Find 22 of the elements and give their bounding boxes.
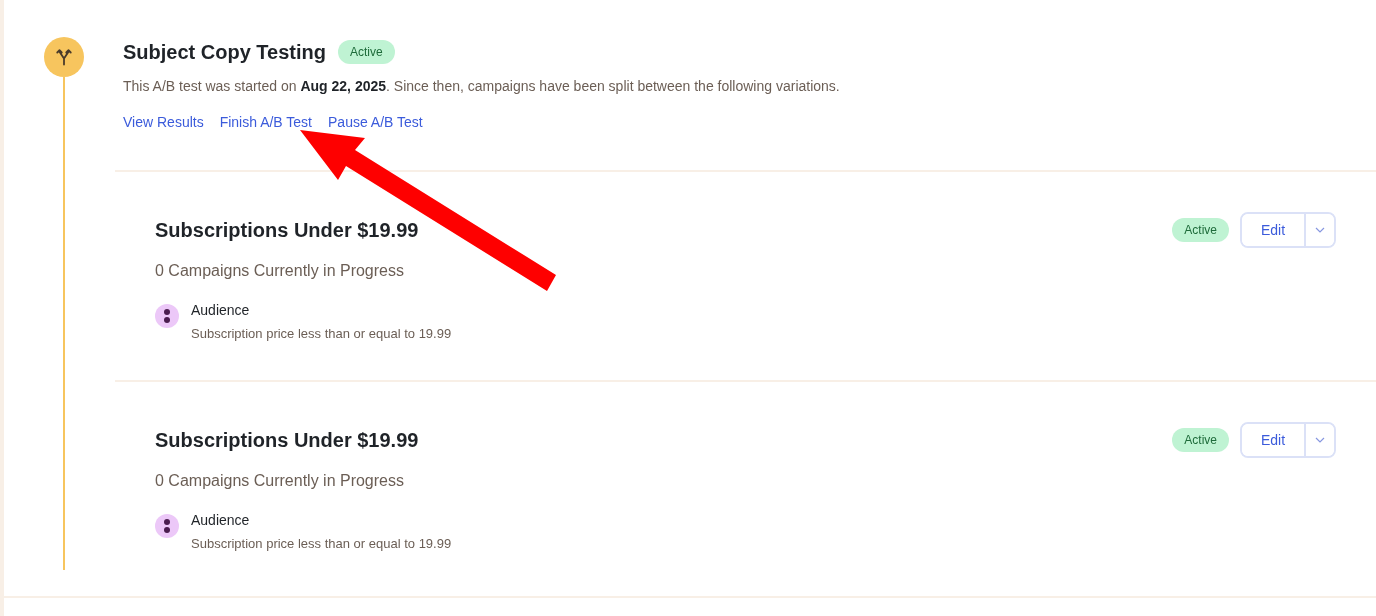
criteria-text: Subscription price less than or equal to 19.99 xyxy=(191,326,452,341)
chevron-down-icon xyxy=(1315,437,1325,443)
criteria-label: Audience xyxy=(191,302,251,318)
variation-title: Subscriptions Under $19.99 xyxy=(155,218,419,242)
edit-button[interactable]: Edit xyxy=(1242,424,1306,456)
test-title: Subject Copy Testing xyxy=(123,40,326,64)
audience-icon xyxy=(155,304,179,328)
criteria-text: Subscription price less than or equal to 19.99 xyxy=(191,536,452,551)
variation-title: Subscriptions Under $19.99 xyxy=(155,428,419,452)
campaign-count: 0 Campaigns Currently in Progress xyxy=(155,472,405,490)
campaign-count: 0 Campaigns Currently in Progress xyxy=(155,262,405,280)
criteria-label: Audience xyxy=(191,512,251,528)
status-badge: Active xyxy=(1172,428,1229,452)
status-badge: Active xyxy=(1172,218,1229,242)
test-description: This A/B test was started on Aug 22, 2025. Since then, campaigns have been split between the following variations. xyxy=(123,78,841,94)
chevron-down-icon xyxy=(1315,227,1325,233)
status-badge: Active xyxy=(338,40,395,64)
edit-button[interactable]: Edit xyxy=(1242,214,1306,246)
action-link[interactable]: View Results xyxy=(123,114,204,130)
action-link[interactable]: Finish A/B Test xyxy=(219,114,312,130)
action-link[interactable]: Pause A/B Test xyxy=(328,114,423,130)
audience-icon xyxy=(155,514,179,538)
